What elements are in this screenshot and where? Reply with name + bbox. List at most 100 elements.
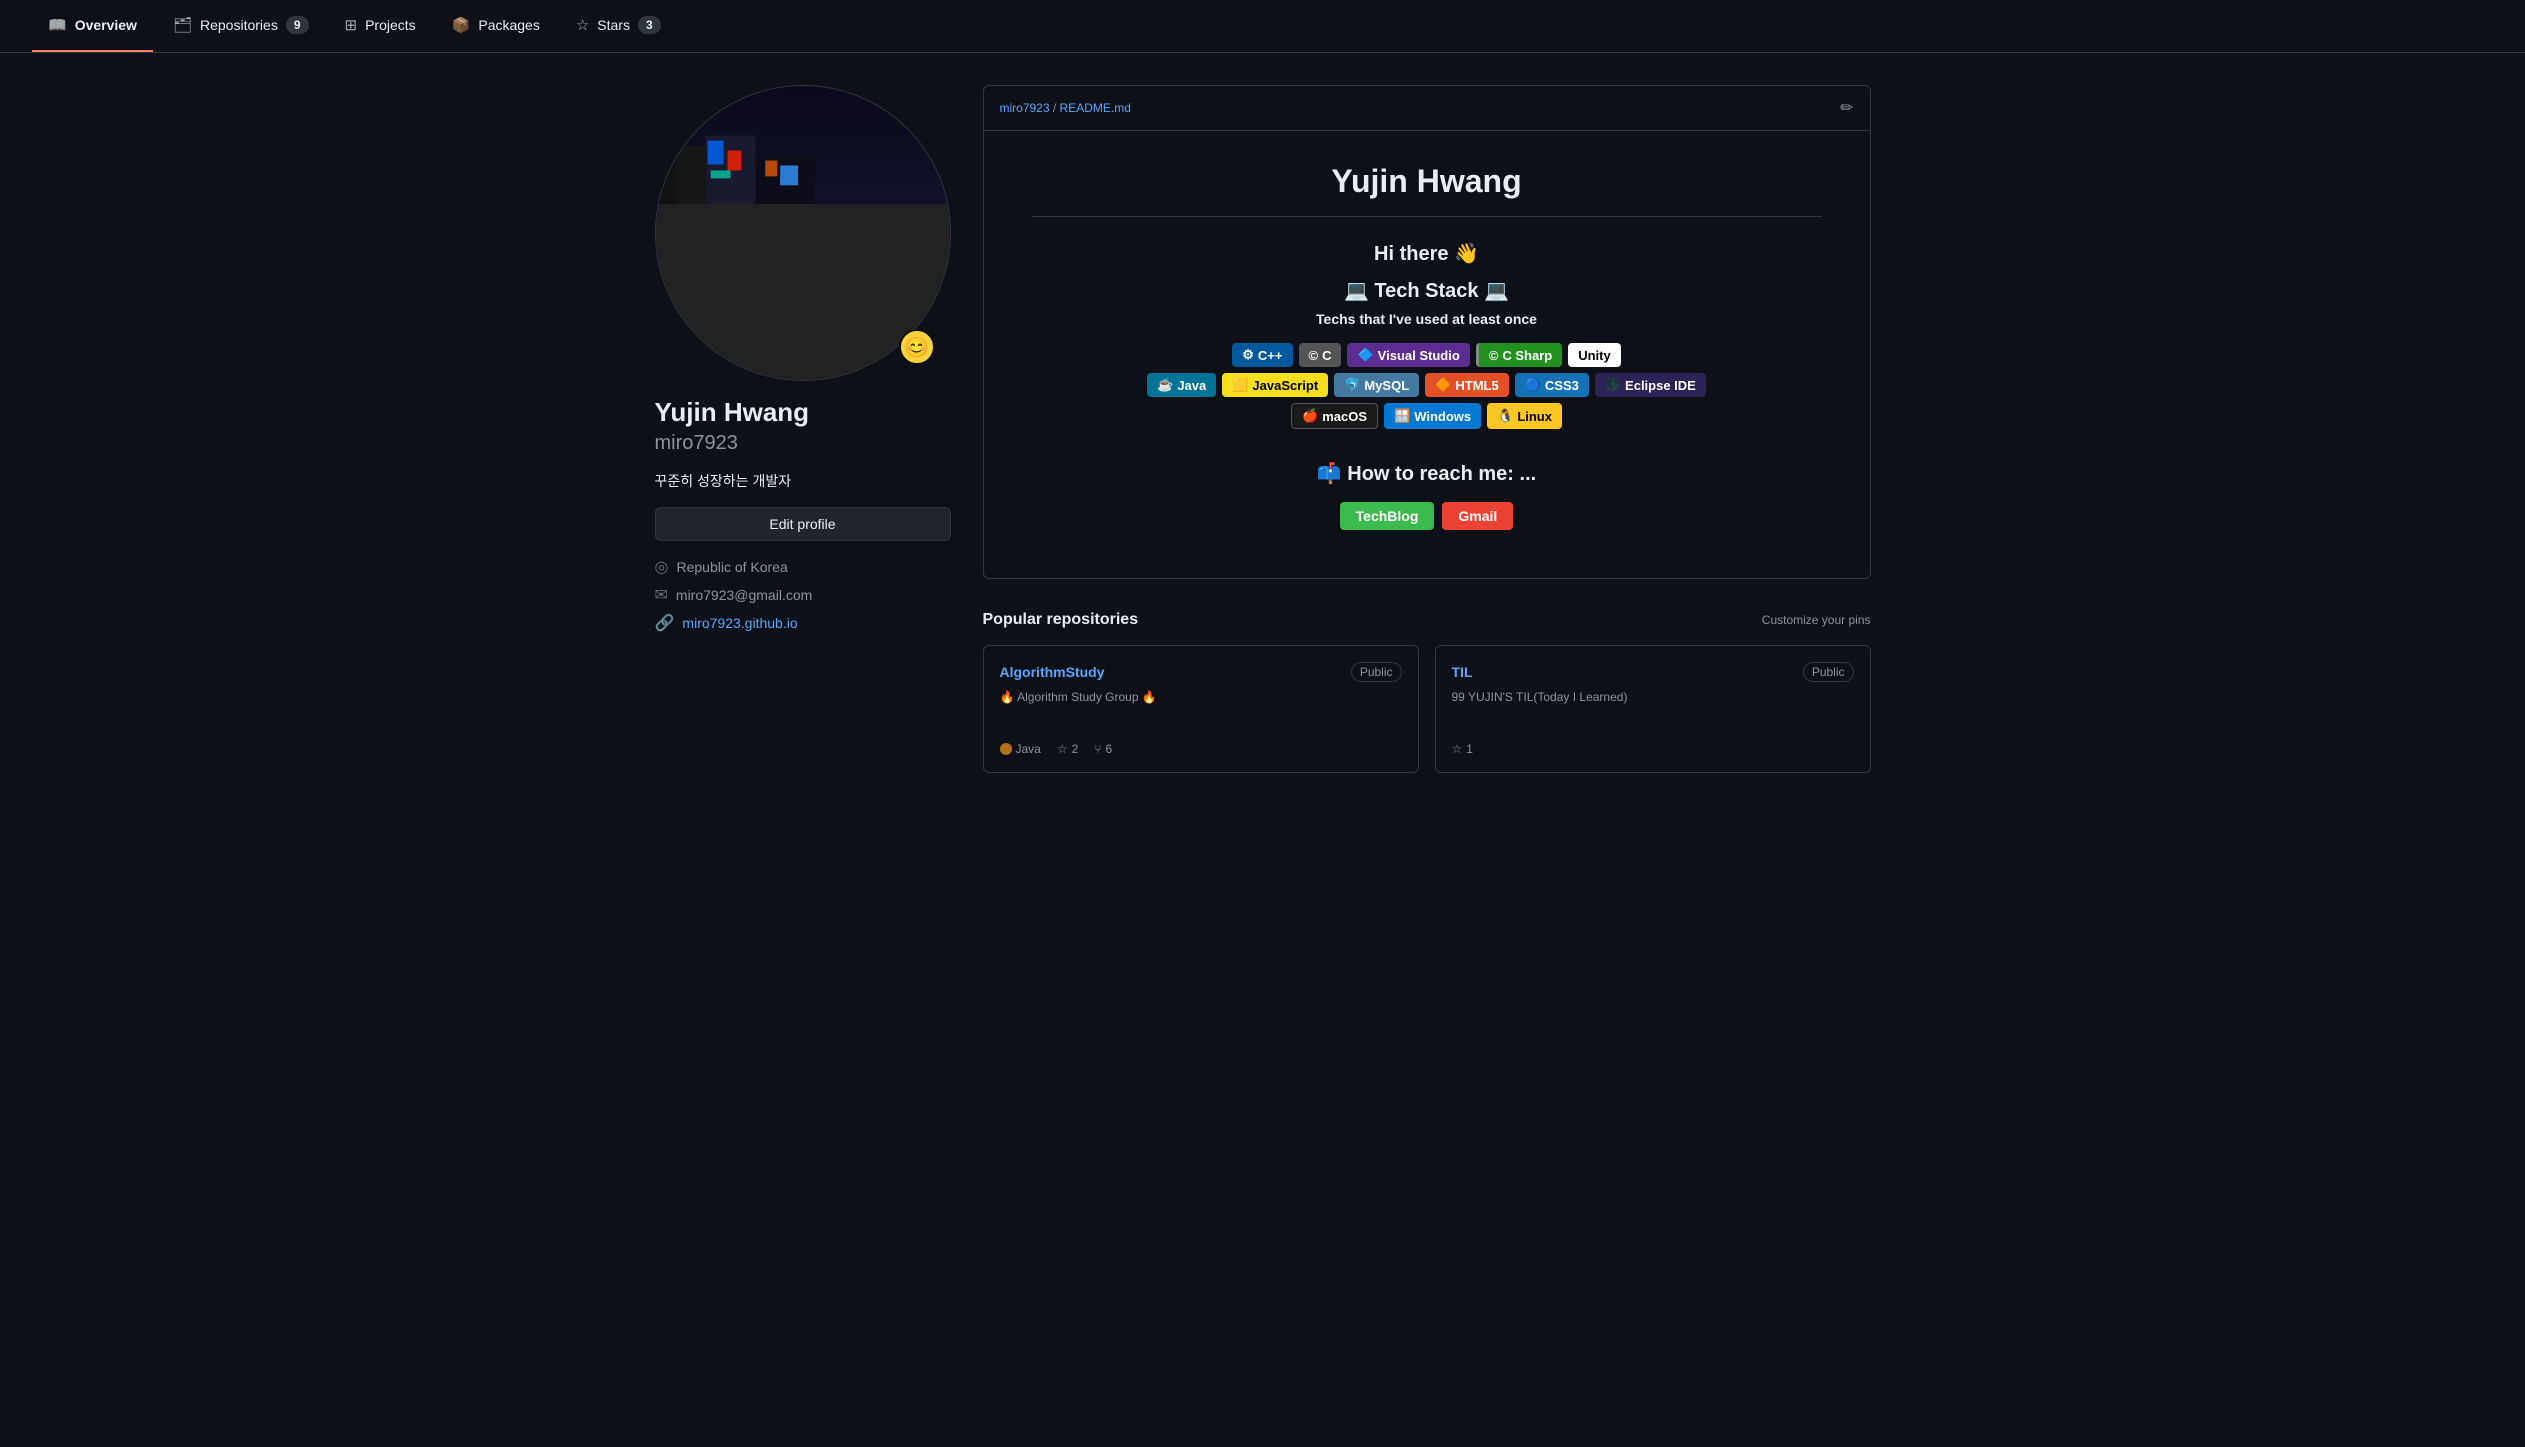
badge-linux: 🐧 Linux	[1487, 403, 1562, 429]
readme-breadcrumb: miro7923 / README.md	[1000, 101, 1131, 115]
cpp-icon: ⚙	[1242, 347, 1254, 363]
c-icon: ©	[1309, 348, 1319, 363]
techblog-badge[interactable]: TechBlog	[1340, 502, 1435, 530]
linux-icon: 🐧	[1497, 408, 1513, 424]
badge-macos: 🍎 macOS	[1291, 403, 1378, 429]
projects-icon: ⊞	[345, 16, 358, 34]
repo-lang-label: Java	[1016, 742, 1041, 756]
email-icon: ✉	[655, 585, 668, 605]
java-icon: ☕	[1157, 377, 1173, 393]
badges-row-2: ☕ Java 🟨 JavaScript 🐬 MySQL 🔶 HTML5 🔵 CS…	[1032, 373, 1822, 397]
html5-icon: 🔶	[1435, 377, 1451, 393]
location-icon: ◎	[655, 557, 669, 577]
repo-visibility-algorithmStudy: Public	[1351, 662, 1402, 682]
js-icon: 🟨	[1232, 377, 1248, 393]
readme-profile-title: Yujin Hwang	[1032, 163, 1822, 217]
reach-title: 📫 How to reach me: ...	[1032, 461, 1822, 486]
edit-profile-button[interactable]: Edit profile	[655, 507, 951, 541]
repo-card-header: AlgorithmStudy Public	[1000, 662, 1402, 682]
main-layout: 😊 Yujin Hwang miro7923 꾸준히 성장하는 개발자 Edit…	[623, 53, 1903, 773]
repo-card-header-til: TIL Public	[1452, 662, 1854, 682]
reach-section: 📫 How to reach me: ... TechBlog Gmail	[1032, 461, 1822, 530]
repo-description-algorithmStudy: 🔥 Algorithm Study Group 🔥	[1000, 690, 1402, 726]
readme-edit-icon[interactable]: ✏	[1840, 98, 1853, 118]
profile-name: Yujin Hwang	[655, 397, 951, 428]
profile-meta: ◎ Republic of Korea ✉ miro7923@gmail.com…	[655, 557, 951, 633]
website-link[interactable]: miro7923.github.io	[682, 615, 797, 631]
repo-forks-algorithmStudy: ⑂ 6	[1094, 742, 1112, 756]
tab-stars[interactable]: ☆ Stars 3	[560, 0, 677, 52]
badge-eclipse: 🌑 Eclipse IDE	[1595, 373, 1706, 397]
repo-visibility-til: Public	[1803, 662, 1854, 682]
main-content: miro7923 / README.md ✏ Yujin Hwang Hi th…	[983, 85, 1871, 773]
repo-footer-til: ☆ 1	[1452, 742, 1854, 756]
readme-body: Yujin Hwang Hi there 👋 💻 Tech Stack 💻 Te…	[984, 131, 1870, 578]
readme-greeting: Hi there 👋	[1032, 241, 1822, 266]
badge-javascript: 🟨 JavaScript	[1222, 373, 1328, 397]
stars-icon: ☆	[576, 16, 589, 34]
website-meta[interactable]: 🔗 miro7923.github.io	[655, 613, 951, 633]
fork-icon: ⑂	[1094, 742, 1101, 756]
windows-icon: 🪟	[1394, 408, 1410, 424]
badge-java: ☕ Java	[1147, 373, 1216, 397]
badge-c: © C	[1299, 343, 1342, 367]
customize-pins-link[interactable]: Customize your pins	[1762, 613, 1871, 627]
repo-card-algorithmStudy: AlgorithmStudy Public 🔥 Algorithm Study …	[983, 645, 1419, 773]
readme-card: miro7923 / README.md ✏ Yujin Hwang Hi th…	[983, 85, 1871, 579]
lang-dot-java	[1000, 743, 1012, 755]
popular-repos-section: Popular repositories Customize your pins…	[983, 611, 1871, 773]
star-icon: ☆	[1057, 742, 1068, 756]
location-meta: ◎ Republic of Korea	[655, 557, 951, 577]
css3-icon: 🔵	[1525, 377, 1541, 393]
status-emoji-badge: 😊	[899, 329, 935, 365]
tab-packages[interactable]: 📦 Packages	[436, 0, 556, 52]
section-header: Popular repositories Customize your pins	[983, 611, 1871, 629]
popular-repos-title: Popular repositories	[983, 611, 1139, 629]
repos-grid: AlgorithmStudy Public 🔥 Algorithm Study …	[983, 645, 1871, 773]
book-icon: 📖	[48, 16, 67, 34]
macos-icon: 🍎	[1302, 408, 1318, 424]
vs-icon: 🔷	[1357, 347, 1373, 363]
repo-footer-algorithmStudy: Java ☆ 2 ⑂ 6	[1000, 742, 1402, 756]
readme-file-link[interactable]: README.md	[1060, 101, 1131, 115]
mysql-icon: 🐬	[1344, 377, 1360, 393]
star-icon-til: ☆	[1452, 742, 1463, 756]
repo-description-til: 99 YUJIN'S TIL(Today I Learned)	[1452, 690, 1854, 726]
repo-name-til[interactable]: TIL	[1452, 664, 1473, 680]
badge-css3: 🔵 CSS3	[1515, 373, 1589, 397]
gmail-badge[interactable]: Gmail	[1442, 502, 1513, 530]
repo-icon: 🗂	[173, 16, 192, 34]
badge-unity: Unity	[1568, 343, 1621, 367]
repo-card-til: TIL Public 99 YUJIN'S TIL(Today I Learne…	[1435, 645, 1871, 773]
repo-lang-algorithmStudy: Java	[1000, 742, 1041, 756]
reach-badges: TechBlog Gmail	[1032, 502, 1822, 530]
sidebar: 😊 Yujin Hwang miro7923 꾸준히 성장하는 개발자 Edit…	[655, 85, 951, 773]
readme-tech-title: 💻 Tech Stack 💻	[1032, 278, 1822, 303]
badge-cpp: ⚙ C++	[1232, 343, 1292, 367]
link-icon: 🔗	[655, 613, 675, 633]
tab-repositories[interactable]: 🗂 Repositories 9	[157, 0, 325, 52]
badge-visualstudio: 🔷 Visual Studio	[1347, 343, 1469, 367]
tab-projects[interactable]: ⊞ Projects	[329, 0, 432, 52]
badge-csharp: © C Sharp	[1476, 343, 1562, 367]
readme-user-link[interactable]: miro7923	[1000, 101, 1050, 115]
badge-html5: 🔶 HTML5	[1425, 373, 1509, 397]
readme-tech-subtitle: Techs that I've used at least once	[1032, 311, 1822, 327]
csharp-icon: ©	[1489, 348, 1499, 363]
nav-tabs: 📖 Overview 🗂 Repositories 9 ⊞ Projects 📦…	[0, 0, 2525, 53]
tab-overview[interactable]: 📖 Overview	[32, 0, 153, 52]
repo-name-algorithmStudy[interactable]: AlgorithmStudy	[1000, 664, 1105, 680]
profile-bio: 꾸준히 성장하는 개발자	[655, 471, 951, 491]
avatar-container: 😊	[655, 85, 951, 381]
badge-mysql: 🐬 MySQL	[1334, 373, 1419, 397]
eclipse-icon: 🌑	[1605, 377, 1621, 393]
repo-stars-algorithmStudy: ☆ 2	[1057, 742, 1078, 756]
badges-row-3: 🍎 macOS 🪟 Windows 🐧 Linux	[1032, 403, 1822, 429]
repo-stars-til: ☆ 1	[1452, 742, 1473, 756]
packages-icon: 📦	[452, 16, 471, 34]
badges-row-1: ⚙ C++ © C 🔷 Visual Studio © C Sharp Unit…	[1032, 343, 1822, 367]
readme-header: miro7923 / README.md ✏	[984, 86, 1870, 131]
profile-username: miro7923	[655, 432, 951, 455]
badge-windows: 🪟 Windows	[1384, 403, 1481, 429]
email-meta: ✉ miro7923@gmail.com	[655, 585, 951, 605]
